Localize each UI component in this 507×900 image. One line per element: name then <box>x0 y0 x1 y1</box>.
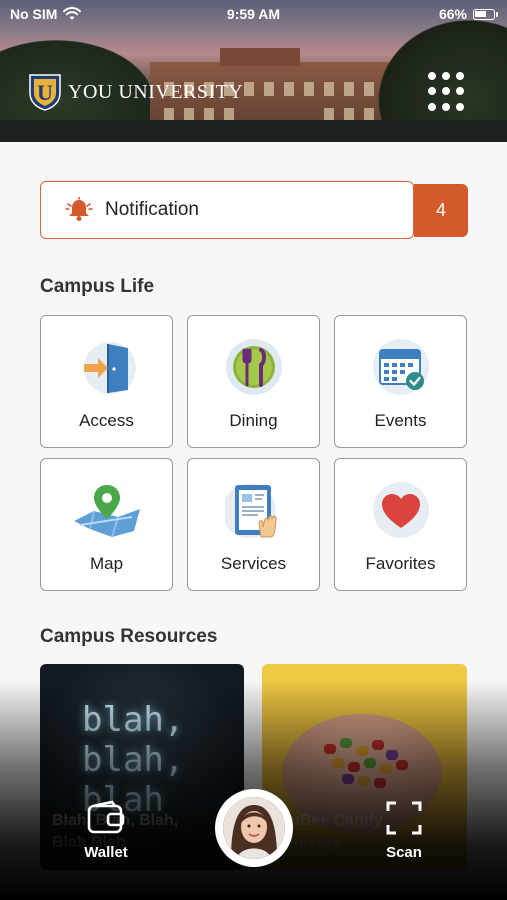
campus-resources-title: Campus Resources <box>40 626 218 647</box>
shield-logo-icon: U <box>29 74 61 111</box>
wallet-label: Wallet <box>84 844 128 861</box>
tile-access[interactable]: Access <box>40 315 173 448</box>
campus-life-grid: Access Dining Events Map Services Favori… <box>40 315 467 591</box>
logo-letter: U <box>37 80 53 105</box>
tile-label: Favorites <box>365 554 436 573</box>
university-name: YOU UNIVERSITY <box>68 80 244 103</box>
resource-card-candy[interactable]: uBee Candy elivery <box>262 664 467 870</box>
resource-caption: uBee Candy elivery <box>290 812 383 851</box>
tile-label: Map <box>89 554 124 573</box>
tablet-icon <box>225 484 277 538</box>
university-logo: U YOU UNIVERSITY <box>28 73 243 111</box>
notification-bar[interactable]: Notification <box>40 181 414 239</box>
notification-count-badge[interactable]: 4 <box>414 184 468 237</box>
wallet-tab[interactable]: Wallet <box>78 800 134 861</box>
heart-icon <box>373 482 429 538</box>
scan-icon <box>386 801 422 835</box>
campus-life-title: Campus Life <box>40 276 155 297</box>
status-bar: No SIM 9:59 AM 66% <box>0 0 507 30</box>
battery-icon <box>473 8 498 20</box>
tile-favorites[interactable]: Favorites <box>334 458 467 591</box>
tile-label: Events <box>374 411 427 430</box>
ground <box>0 120 507 142</box>
tile-services[interactable]: Services <box>187 458 320 591</box>
tile-label: Services <box>220 554 287 573</box>
tile-label: Access <box>79 411 134 430</box>
calendar-icon <box>373 339 429 395</box>
map-pin-icon <box>74 485 140 538</box>
tile-map[interactable]: Map <box>40 458 173 591</box>
battery-percent: 66% <box>438 6 467 22</box>
scan-tab[interactable]: Scan <box>378 800 430 861</box>
tile-label: Dining <box>229 411 278 430</box>
clock: 9:59 AM <box>226 6 281 22</box>
avatar <box>223 797 285 859</box>
notification-label: Notification <box>105 199 199 220</box>
tile-dining[interactable]: Dining <box>187 315 320 448</box>
resource-card-blah[interactable]: blah, blah, blah Blah, Blah, Blah, Blah … <box>40 664 244 870</box>
wallet-icon <box>87 800 125 834</box>
door-icon <box>84 342 136 394</box>
scan-label: Scan <box>386 844 422 861</box>
bell-icon <box>65 197 93 221</box>
app-menu-grid-icon[interactable] <box>428 72 468 112</box>
profile-avatar-button[interactable] <box>215 789 293 867</box>
fork-knife-icon <box>226 339 282 395</box>
tile-events[interactable]: Events <box>334 315 467 448</box>
